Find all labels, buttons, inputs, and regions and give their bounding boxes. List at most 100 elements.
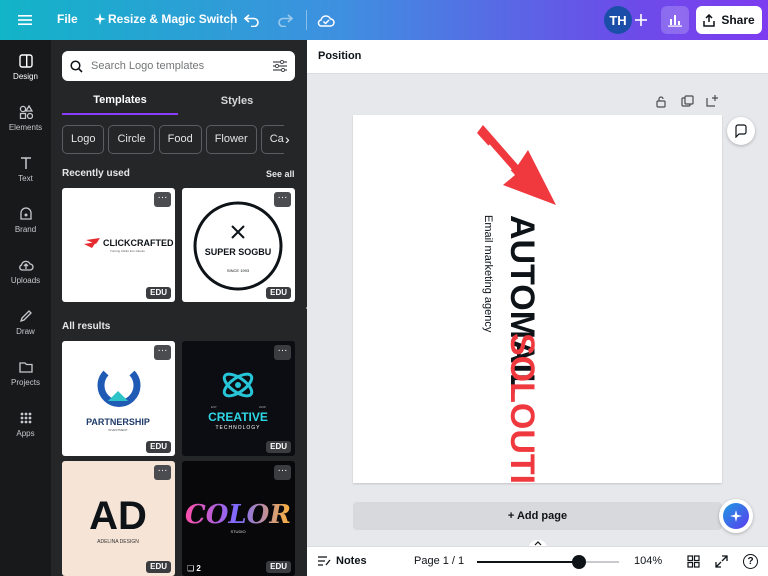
super-sogbu-title: SUPER SOGBU — [205, 247, 272, 257]
zoom-slider[interactable] — [477, 555, 619, 569]
add-page-icon[interactable] — [706, 94, 719, 110]
template-thumbnail[interactable]: CLICKCRAFTED Turning Clicks Into Clients… — [62, 188, 175, 302]
more-options-button[interactable]: ··· — [274, 192, 291, 207]
duplicate-icon[interactable] — [681, 95, 694, 111]
template-thumbnail[interactable]: EST 2028 CREATIVE TECHNOLOGY ··· EDU — [182, 341, 295, 456]
chip-flower[interactable]: Flower — [205, 125, 257, 154]
chip-logo[interactable]: Logo — [62, 125, 105, 154]
design-icon — [18, 54, 33, 68]
edu-badge: EDU — [146, 287, 171, 299]
more-options-button[interactable]: ··· — [274, 345, 291, 360]
rail-label: Text — [18, 174, 33, 183]
undo-icon[interactable] — [242, 10, 262, 30]
more-options-button[interactable]: ··· — [274, 465, 291, 480]
divider — [306, 10, 307, 30]
rail-item-apps[interactable]: Apps — [0, 411, 51, 455]
see-all-link[interactable]: See all — [266, 169, 295, 179]
more-options-button[interactable]: ··· — [154, 465, 171, 480]
pages-icon: ❏ — [187, 564, 195, 573]
zoom-slider-fill — [477, 561, 580, 563]
cloud-saved-icon[interactable] — [316, 10, 336, 30]
notes-icon — [318, 556, 331, 566]
rail-label: Elements — [8, 123, 43, 132]
magic-assistant-button[interactable] — [719, 499, 753, 533]
apps-icon — [20, 412, 31, 424]
rail-item-draw[interactable]: Draw — [0, 309, 51, 353]
rail-item-brand[interactable]: Brand — [0, 207, 51, 251]
template-thumbnail[interactable]: SUPER SOGBU SINCE 1993 ··· EDU — [182, 188, 295, 302]
ad-monogram: AD — [89, 494, 147, 538]
recently-used-heading: Recently used — [62, 168, 130, 179]
magic-icon — [723, 503, 749, 529]
filter-chips: Logo Circle Food Flower Ca — [62, 125, 284, 155]
analytics-button[interactable] — [661, 6, 689, 34]
templates-panel: Search Logo templates Templates Styles L… — [51, 40, 307, 576]
filter-icon — [273, 60, 287, 72]
est-label: EST — [211, 405, 217, 409]
partnership-subtitle: INVESTMENT — [108, 428, 128, 432]
redo-icon[interactable] — [275, 10, 295, 30]
add-page-button[interactable]: + Add page — [353, 502, 722, 530]
template-thumbnail[interactable]: COLOR STUDIO ··· ❏ 2 EDU — [182, 461, 295, 576]
position-button[interactable]: Position — [318, 50, 361, 62]
add-collaborator-button[interactable] — [630, 6, 652, 34]
search-box[interactable]: Search Logo templates — [62, 51, 295, 81]
fullscreen-icon[interactable] — [715, 555, 728, 571]
avatar[interactable]: TH — [604, 6, 632, 34]
lock-icon[interactable] — [655, 95, 667, 111]
rail-item-projects[interactable]: Projects — [0, 360, 51, 404]
rail-label: Design — [13, 72, 38, 81]
rail-item-elements[interactable]: Elements — [0, 105, 51, 149]
rail-label: Projects — [11, 378, 40, 387]
zoom-value[interactable]: 104% — [634, 555, 662, 567]
edu-badge: EDU — [146, 441, 171, 453]
chip-more[interactable]: Ca — [260, 125, 284, 154]
edu-badge: EDU — [266, 287, 291, 299]
projects-icon — [18, 362, 33, 373]
notes-button[interactable]: Notes — [318, 555, 367, 567]
search-input[interactable]: Search Logo templates — [91, 60, 273, 72]
color-title: COLOR — [185, 500, 291, 530]
rail-label: Brand — [14, 225, 37, 234]
grid-view-icon[interactable] — [687, 555, 700, 571]
draw-icon — [19, 310, 32, 323]
file-menu[interactable]: File — [57, 12, 78, 26]
resize-magic-switch-button[interactable]: Resize & Magic Switch — [108, 12, 237, 26]
text-icon — [20, 157, 31, 169]
page-count-value: 2 — [196, 564, 201, 573]
color-subtitle: STUDIO — [230, 529, 245, 534]
menu-icon[interactable] — [15, 10, 35, 30]
brand-icon — [19, 207, 32, 220]
side-rail: Design Elements Text Brand Uploads Draw … — [0, 40, 51, 576]
adelina-subtitle: ADELINA DESIGN — [97, 539, 139, 545]
edu-badge: EDU — [266, 441, 291, 453]
bar-chart-icon — [668, 15, 682, 27]
rail-item-text[interactable]: Text — [0, 156, 51, 200]
more-options-button[interactable]: ··· — [154, 192, 171, 207]
rail-item-uploads[interactable]: Uploads — [0, 258, 51, 302]
comment-button[interactable] — [727, 117, 755, 145]
chip-food[interactable]: Food — [158, 125, 202, 154]
creative-subtitle: TECHNOLOGY — [215, 425, 260, 431]
search-icon — [70, 59, 83, 73]
template-thumbnail[interactable]: AD ADELINA DESIGN ··· EDU — [62, 461, 175, 576]
zoom-slider-thumb[interactable] — [572, 555, 587, 569]
page-count: ❏ 2 — [187, 564, 201, 573]
tab-templates[interactable]: Templates — [62, 87, 178, 115]
clickcrafted-title: CLICKCRAFTED — [103, 238, 174, 248]
help-icon[interactable]: ? — [743, 554, 758, 569]
design-page[interactable]: AUTOMAIL SOLOUTIONS Email marketing agen… — [353, 115, 722, 558]
year-label: 2028 — [259, 405, 266, 409]
uploads-icon — [18, 260, 34, 271]
chevron-right-icon[interactable]: › — [285, 131, 290, 147]
design-tagline: Email marketing agency — [482, 215, 494, 333]
tab-styles[interactable]: Styles — [179, 87, 295, 115]
template-thumbnail[interactable]: PARTNERSHIP INVESTMENT ··· EDU — [62, 341, 175, 456]
more-options-button[interactable]: ··· — [154, 345, 171, 360]
rail-item-design[interactable]: Design — [0, 50, 51, 98]
share-icon — [703, 13, 716, 27]
rail-label: Apps — [16, 429, 35, 438]
chip-circle[interactable]: Circle — [108, 125, 155, 154]
share-button[interactable]: Share — [696, 6, 762, 34]
page-indicator[interactable]: Page 1 / 1 — [414, 555, 464, 567]
